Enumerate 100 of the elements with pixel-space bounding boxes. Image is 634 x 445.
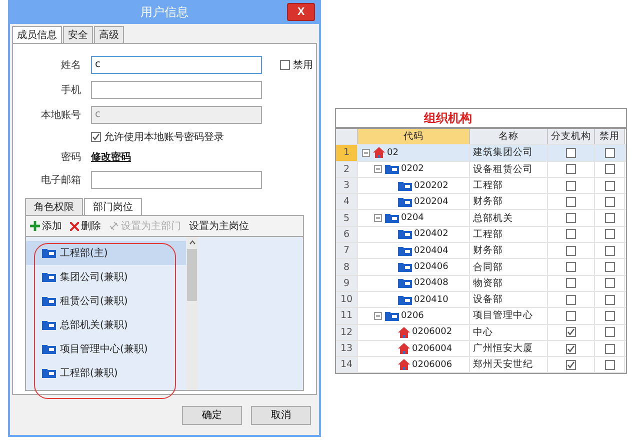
column-header[interactable]: 代码	[358, 129, 470, 144]
name-text: 建筑集团公司	[473, 146, 533, 160]
field-label: 姓名	[60, 58, 81, 72]
checkbox[interactable]	[566, 180, 576, 191]
collapse-icon[interactable]	[374, 214, 382, 222]
table-row[interactable]: 1 02 建筑集团公司	[336, 145, 626, 162]
code-text: 0206006	[412, 360, 452, 370]
list-item[interactable]: 总部机关(兼职)	[26, 313, 186, 337]
checkbox[interactable]	[604, 180, 614, 191]
plus-icon	[30, 221, 40, 231]
tab[interactable]: 安全	[63, 26, 93, 44]
table-row[interactable]: 5 0204 总部机关	[336, 210, 626, 227]
table-row[interactable]: 9 020408 物资部	[336, 276, 626, 292]
list-item[interactable]: 工程部(主)	[26, 241, 186, 265]
dialog-button[interactable]: 确定	[182, 406, 242, 424]
checkbox[interactable]	[566, 262, 576, 272]
collapse-icon[interactable]	[374, 312, 382, 320]
toolbar-button[interactable]: 设置为主岗位	[189, 219, 249, 233]
checkbox[interactable]	[604, 196, 614, 207]
column-header[interactable]: 禁用	[595, 129, 625, 144]
checkbox[interactable]	[566, 213, 576, 224]
scroll-up-icon[interactable]	[188, 240, 196, 245]
checkbox[interactable]	[566, 294, 576, 305]
row-number: 7	[336, 243, 358, 258]
collapse-icon[interactable]	[362, 148, 370, 157]
tab[interactable]: 高级	[94, 26, 124, 44]
folder-icon	[385, 164, 399, 174]
tab[interactable]: 角色权限	[25, 198, 83, 216]
list-item[interactable]: 工程部(兼职)	[26, 361, 186, 385]
checkbox[interactable]	[566, 246, 576, 256]
column-header[interactable]: 名称	[470, 129, 548, 144]
toolbar-button[interactable]: 添加	[30, 219, 62, 233]
checkbox[interactable]	[604, 327, 614, 338]
row-number: 10	[336, 292, 358, 308]
table-row[interactable]: 10 020410 设备部	[336, 292, 626, 308]
table-row[interactable]: 13 0206004 广州恒安大厦	[336, 340, 626, 358]
code-text: 020410	[414, 294, 448, 305]
folder-icon	[42, 248, 56, 258]
name-text: 设备部	[473, 293, 503, 306]
row-number: 11	[336, 308, 358, 324]
input-field[interactable]: c	[91, 56, 262, 74]
table-row[interactable]: 11 0206 项目管理中心	[336, 308, 626, 325]
toolbar-button[interactable]: 删除	[70, 219, 101, 233]
table-row[interactable]: 2 0202 设备租赁公司	[336, 162, 626, 178]
input-field[interactable]	[91, 80, 262, 98]
table-row[interactable]: 3 020202 工程部	[336, 178, 626, 194]
change-password-link[interactable]: 修改密码	[91, 150, 131, 164]
collapse-icon[interactable]	[374, 165, 382, 174]
list-item[interactable]: 租赁公司(兼职)	[26, 289, 186, 313]
row-number: 4	[336, 194, 358, 210]
field-label: 手机	[60, 84, 81, 96]
folder-icon	[398, 229, 412, 240]
checkbox[interactable]	[566, 148, 576, 158]
checkbox[interactable]	[604, 262, 614, 272]
folder-icon	[398, 196, 412, 207]
checkbox[interactable]	[604, 246, 614, 256]
folder-icon	[42, 272, 56, 282]
scrollbar[interactable]	[186, 237, 198, 390]
checkbox[interactable]	[604, 360, 614, 370]
list-item[interactable]: 集团公司(兼职)	[26, 265, 186, 289]
checkbox[interactable]	[566, 344, 576, 354]
checkbox[interactable]: 允许使用本地账号密码登录	[91, 130, 224, 144]
checkbox[interactable]	[604, 164, 614, 174]
checkbox[interactable]	[604, 294, 614, 305]
list-item[interactable]: 项目管理中心(兼职)	[26, 337, 186, 361]
dialog-button[interactable]: 取消	[251, 406, 311, 424]
checkbox[interactable]	[566, 327, 576, 338]
checkbox[interactable]	[604, 310, 614, 321]
table-row[interactable]: 4 020204 财务部	[336, 194, 626, 210]
code-text: 020204	[414, 196, 448, 207]
checkbox[interactable]	[604, 148, 614, 158]
row-number: 5	[336, 210, 358, 226]
checkbox[interactable]	[566, 229, 576, 240]
checkbox[interactable]: 禁用	[280, 58, 313, 72]
tab[interactable]: 部门岗位	[84, 198, 142, 216]
checkbox[interactable]	[604, 344, 614, 354]
row-number: 14	[336, 357, 358, 372]
folder-icon	[385, 310, 399, 321]
checkbox[interactable]	[566, 164, 576, 174]
table-row[interactable]: 6 020402 工程部	[336, 226, 626, 244]
window-title: 用户信息	[140, 4, 188, 20]
table-row[interactable]: 7 020404 财务部	[336, 243, 626, 260]
checkbox[interactable]	[604, 229, 614, 240]
folder-icon	[42, 344, 56, 354]
table-row[interactable]: 12 0206002 中心	[336, 324, 626, 341]
house-icon	[373, 147, 385, 158]
checkbox[interactable]	[566, 360, 576, 370]
table-row[interactable]: 14 0206006 郑州天安世纪	[336, 357, 626, 374]
checkbox[interactable]	[604, 213, 614, 224]
folder-icon	[42, 368, 56, 378]
close-button[interactable]: X	[287, 3, 315, 21]
name-text: 财务部	[473, 195, 503, 208]
column-header[interactable]: 分支机构	[548, 129, 595, 144]
checkbox[interactable]	[604, 278, 614, 288]
input-field[interactable]	[91, 170, 262, 188]
table-row[interactable]: 8 020406 合同部	[336, 259, 626, 276]
tab[interactable]: 成员信息	[12, 26, 62, 44]
checkbox[interactable]	[566, 278, 576, 288]
checkbox[interactable]	[566, 196, 576, 207]
checkbox[interactable]	[566, 310, 576, 321]
